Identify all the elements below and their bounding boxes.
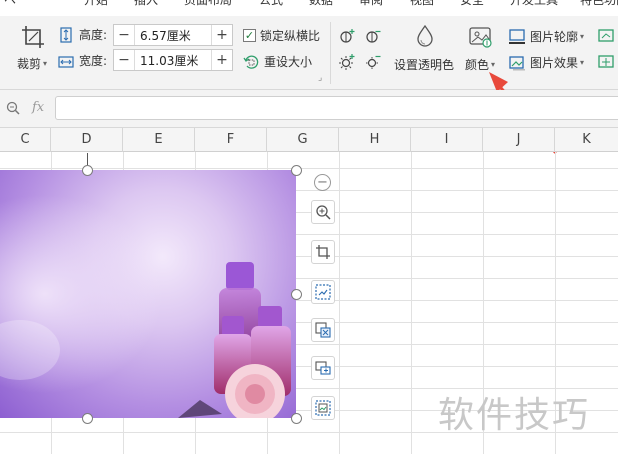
width-stepper[interactable]: − 11.03厘米 + <box>113 49 233 71</box>
resize-handle-top-right[interactable] <box>291 165 302 176</box>
column-header-f[interactable]: F <box>195 128 267 152</box>
crop-icon[interactable] <box>20 24 46 50</box>
crop-picture-button[interactable] <box>311 240 335 264</box>
ribbon-separator <box>330 22 331 84</box>
width-decrease-button[interactable]: − <box>114 50 134 70</box>
formula-bar: fx <box>0 90 618 128</box>
resize-handle-bottom-right[interactable] <box>291 413 302 424</box>
tab-security[interactable]: 安全 <box>460 0 484 8</box>
picture-edit-button[interactable] <box>311 396 335 420</box>
transparent-color-icon[interactable] <box>414 24 436 48</box>
column-header-d[interactable]: D <box>51 128 123 152</box>
column-header-j[interactable]: J <box>483 128 555 152</box>
column-header-i[interactable]: I <box>411 128 483 152</box>
inserted-picture[interactable] <box>0 170 296 418</box>
crop-button[interactable]: 裁剪 ▾ <box>17 55 47 72</box>
compress-picture-icon[interactable] <box>598 54 616 70</box>
width-icon <box>58 53 74 69</box>
zoom-picture-button[interactable] <box>311 200 335 224</box>
lock-ratio-label: 锁定纵横比 <box>260 29 321 43</box>
column-header-c[interactable]: C <box>0 128 51 152</box>
extract-text-button[interactable] <box>311 318 335 342</box>
resize-handle-top[interactable] <box>82 165 93 176</box>
height-input[interactable]: 6.57厘米 <box>134 25 212 45</box>
tab-review[interactable]: 审阅 <box>359 0 383 8</box>
chevron-down-icon: ▾ <box>43 59 48 68</box>
picture-outline-icon <box>508 28 526 45</box>
tab-data[interactable]: 数据 <box>309 0 333 8</box>
chevron-down-icon: ▾ <box>580 58 585 67</box>
width-label-group: 宽度: <box>58 52 107 69</box>
reset-size-label: 重设大小 <box>264 55 313 69</box>
column-header-h[interactable]: H <box>339 128 411 152</box>
image-recognize-icon <box>315 284 331 300</box>
chevron-down-icon: ▾ <box>580 32 585 41</box>
watermark-text: 软件技巧 <box>438 395 591 436</box>
transparent-color-label: 设置透明色 <box>394 58 455 72</box>
column-header-row: C D E F G H I J K <box>0 128 618 152</box>
fx-icon[interactable]: fx <box>32 100 44 115</box>
tab-home[interactable]: 开始 <box>84 0 108 8</box>
height-icon <box>58 26 74 43</box>
height-stepper[interactable]: − 6.57厘米 + <box>113 24 233 46</box>
text-extract-icon <box>315 322 331 338</box>
menu-strip: ヘ 开始 插入 页面布局 公式 数据 审阅 视图 安全 开发工具 特色功能 <box>0 0 618 16</box>
picture-layout-button[interactable] <box>311 356 335 380</box>
picture-layout-icon <box>315 361 331 375</box>
column-header-k[interactable]: K <box>555 128 618 152</box>
tab-insert[interactable]: 插入 <box>134 0 158 8</box>
brightness-decrease-icon[interactable] <box>364 28 382 44</box>
color-icon[interactable] <box>469 26 493 48</box>
transparent-color-button[interactable]: 设置透明色 <box>394 56 454 73</box>
dialog-launcher-icon[interactable]: ⌟ <box>318 73 322 83</box>
height-decrease-button[interactable]: − <box>114 25 134 45</box>
zoom-icon[interactable] <box>6 101 20 118</box>
tab-page-layout[interactable]: 页面布局 <box>184 0 232 8</box>
tab-developer[interactable]: 开发工具 <box>510 0 558 8</box>
rotation-stem <box>87 153 88 165</box>
picture-edit-icon <box>315 400 331 416</box>
tab-view[interactable]: 视图 <box>410 0 434 8</box>
checkbox-checked-icon: ✓ <box>243 29 256 42</box>
picture-outline-button[interactable]: 图片轮廓 ▾ <box>508 28 584 45</box>
width-label: 宽度: <box>79 54 108 68</box>
reset-size-button[interactable]: 重设大小 <box>243 53 312 70</box>
resize-handle-bottom[interactable] <box>82 413 93 424</box>
lock-ratio-checkbox[interactable]: ✓ 锁定纵横比 <box>243 27 320 44</box>
picture-outline-label: 图片轮廓 <box>530 30 579 44</box>
resize-handle-right[interactable] <box>291 289 302 300</box>
rotate-picture-icon[interactable] <box>598 28 616 44</box>
column-header-e[interactable]: E <box>123 128 195 152</box>
lavender-bottles-image <box>0 170 296 418</box>
height-label-group: 高度: <box>58 26 107 43</box>
column-header-g[interactable]: G <box>267 128 339 152</box>
formula-input[interactable] <box>55 96 618 120</box>
collapse-toolbar-button[interactable]: − <box>314 174 331 191</box>
crop-label: 裁剪 <box>17 57 42 71</box>
picture-to-text-button[interactable] <box>311 280 335 304</box>
menu-dropdown-icon[interactable]: ヘ <box>4 0 16 8</box>
zoom-in-icon <box>316 205 331 220</box>
width-input[interactable]: 11.03厘米 <box>134 50 212 70</box>
contrast-increase-icon[interactable] <box>338 54 356 70</box>
picture-tools-ribbon: 裁剪 ▾ 高度: − 6.57厘米 + 宽度: − 11.03厘米 + ✓ 锁定纵… <box>0 16 618 154</box>
tab-special[interactable]: 特色功能 <box>580 0 618 8</box>
tab-formulas[interactable]: 公式 <box>259 0 283 8</box>
brightness-increase-icon[interactable] <box>338 28 356 44</box>
height-label: 高度: <box>79 28 108 42</box>
width-increase-button[interactable]: + <box>212 50 232 70</box>
crop-icon <box>316 245 330 259</box>
height-increase-button[interactable]: + <box>212 25 232 45</box>
contrast-decrease-icon[interactable] <box>364 54 382 70</box>
reset-size-icon <box>243 54 259 70</box>
